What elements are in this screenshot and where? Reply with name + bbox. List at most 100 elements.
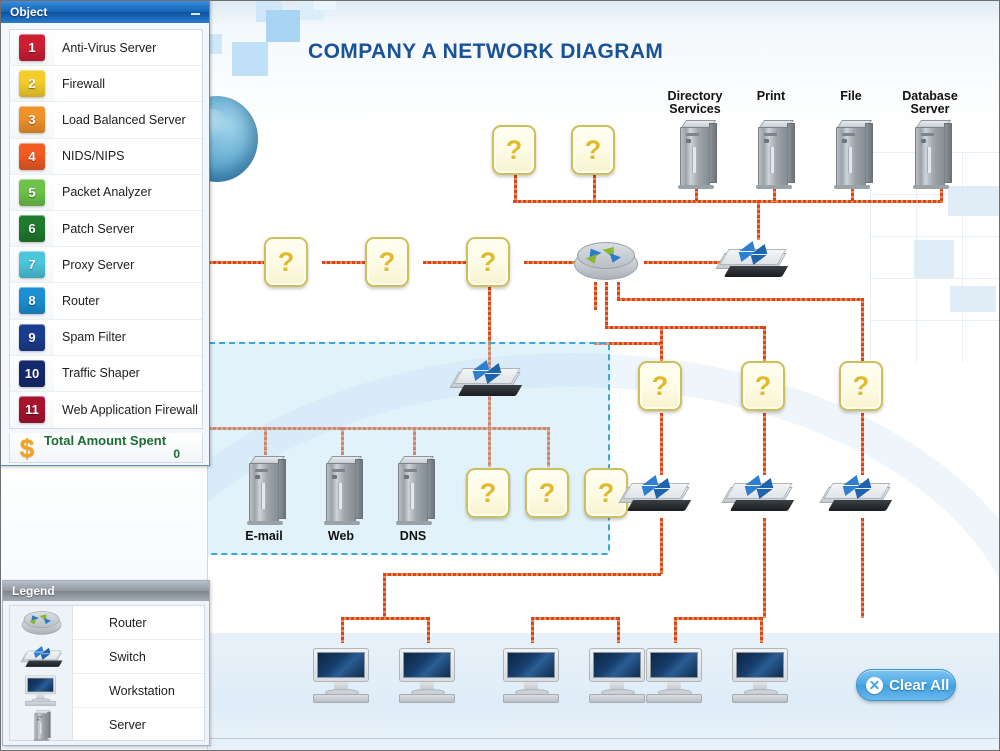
server-print[interactable] — [750, 117, 796, 189]
app-root: COMPANY A NETWORK DIAGRAM Directory Serv… — [0, 0, 1000, 751]
object-row-web-application-firewall[interactable]: 11 Web Application Firewall — [10, 391, 202, 428]
object-row-load-balanced-server[interactable]: 3 Load Balanced Server — [10, 102, 202, 139]
object-label: Patch Server — [62, 221, 135, 236]
object-label: Firewall — [62, 76, 106, 91]
legend-body: Router Switch Workstation Server — [9, 605, 205, 741]
server-directory-services[interactable] — [672, 117, 718, 189]
workstation-4[interactable] — [589, 648, 647, 704]
object-badge-cell: 3 — [10, 102, 54, 138]
workstation-6[interactable] — [732, 648, 790, 704]
link-right-tree-mid — [605, 326, 765, 329]
link-swR-down — [861, 518, 864, 618]
object-badge-cell: 8 — [10, 283, 54, 319]
legend-icon-router — [10, 606, 72, 640]
link-swL-down — [660, 518, 663, 574]
switch-icon — [721, 473, 795, 515]
switch-left[interactable] — [618, 473, 692, 515]
object-row-patch-server[interactable]: 6 Patch Server — [10, 210, 202, 248]
object-badge-cell: 10 — [10, 355, 54, 391]
object-panel-title: Object — [10, 5, 48, 19]
object-badge-cell: 6 — [10, 210, 54, 247]
dropzone-4[interactable]: ? — [365, 237, 409, 287]
workstation-1[interactable] — [313, 648, 371, 704]
legend-icon-switch — [10, 640, 72, 674]
server-database[interactable] — [907, 117, 953, 189]
object-badge-cell: 7 — [10, 247, 54, 283]
decor-sphere — [208, 96, 258, 182]
server-icon — [828, 117, 874, 189]
workstation-icon — [25, 675, 57, 707]
dropzone-10[interactable]: ? — [525, 468, 569, 518]
page-title: COMPANY A NETWORK DIAGRAM — [308, 40, 664, 63]
object-row-spam-filter[interactable]: 9 Spam Filter — [10, 319, 202, 356]
link-router-down — [594, 282, 597, 310]
server-icon — [318, 453, 364, 525]
link-dzL-to-switch — [660, 413, 663, 475]
link-router-down2 — [605, 282, 608, 328]
link-branch-center — [763, 326, 766, 364]
server-email[interactable] — [241, 453, 287, 525]
link-swC-down — [763, 518, 766, 618]
object-row-nids-nips[interactable]: 4 NIDS/NIPS — [10, 138, 202, 175]
link-top-dz2 — [593, 175, 596, 202]
total-amount-label: Total Amount Spent — [44, 433, 167, 448]
object-row-packet-analyzer[interactable]: 5 Packet Analyzer — [10, 174, 202, 211]
decor-square-6 — [314, 0, 336, 10]
dropzone-11[interactable]: ? — [584, 468, 628, 518]
dropzone-3[interactable]: ? — [264, 237, 308, 287]
legend-label-server: Server — [109, 718, 146, 732]
object-row-anti-virus-server[interactable]: 1 Anti-Virus Server — [10, 30, 202, 67]
object-list[interactable]: 1 Anti-Virus Server 2 Firewall 3 Load Balance… — [9, 29, 203, 429]
legend-label-workstation: Workstation — [73, 674, 204, 708]
switch-dmz[interactable] — [449, 358, 523, 400]
dropzone-8[interactable]: ? — [839, 361, 883, 411]
object-row-proxy-server[interactable]: 7 Proxy Server — [10, 247, 202, 284]
workstation-2[interactable] — [399, 648, 457, 704]
dropzone-9[interactable]: ? — [466, 468, 510, 518]
server-dns[interactable] — [390, 453, 436, 525]
server-web[interactable] — [318, 453, 364, 525]
decor-grid-block-3 — [950, 286, 996, 312]
server-icon — [672, 117, 718, 189]
link-branch-right — [861, 298, 864, 364]
object-label: Anti-Virus Server — [62, 40, 157, 55]
dropzone-6[interactable]: ? — [638, 361, 682, 411]
dropzone-1[interactable]: ? — [492, 125, 536, 175]
object-badge: 7 — [19, 251, 45, 279]
object-badge-cell: 2 — [10, 66, 54, 102]
legend-icon-workstation — [10, 674, 72, 708]
switch-center[interactable] — [721, 473, 795, 515]
diagram-canvas[interactable]: COMPANY A NETWORK DIAGRAM Directory Serv… — [208, 0, 1000, 751]
server-label-database: Database Server — [902, 89, 958, 116]
dropzone-2[interactable]: ? — [571, 125, 615, 175]
object-panel-titlebar: Object — [1, 1, 209, 23]
object-badge: 10 — [19, 359, 45, 387]
server-file[interactable] — [828, 117, 874, 189]
switch-right[interactable] — [819, 473, 893, 515]
legend-icon-column — [10, 606, 73, 741]
link-topbus-to-switch — [757, 200, 760, 240]
switch-icon — [819, 473, 893, 515]
workstation-3[interactable] — [503, 648, 561, 704]
link-ws5 — [674, 617, 677, 643]
link-ws6 — [760, 617, 763, 643]
clear-all-label: Clear All — [889, 676, 950, 694]
clear-all-button[interactable]: Clear All — [856, 669, 956, 701]
router-core[interactable] — [574, 240, 638, 282]
object-row-router[interactable]: 8 Router — [10, 283, 202, 320]
server-icon — [750, 117, 796, 189]
workstation-5[interactable] — [646, 648, 704, 704]
minimize-icon[interactable] — [188, 4, 202, 18]
legend-label-router: Router — [73, 606, 204, 640]
workstation-icon — [646, 648, 704, 704]
object-badge-cell: 11 — [10, 391, 54, 428]
object-row-firewall[interactable]: 2 Firewall — [10, 66, 202, 103]
dropzone-5[interactable]: ? — [466, 237, 510, 287]
server-icon — [907, 117, 953, 189]
workstation-icon — [732, 648, 790, 704]
switch-core[interactable] — [715, 239, 789, 281]
object-row-traffic-shaper[interactable]: 10 Traffic Shaper — [10, 355, 202, 392]
link-right-tree-top — [617, 298, 863, 301]
dropzone-7[interactable]: ? — [741, 361, 785, 411]
object-label: Router — [62, 293, 100, 308]
